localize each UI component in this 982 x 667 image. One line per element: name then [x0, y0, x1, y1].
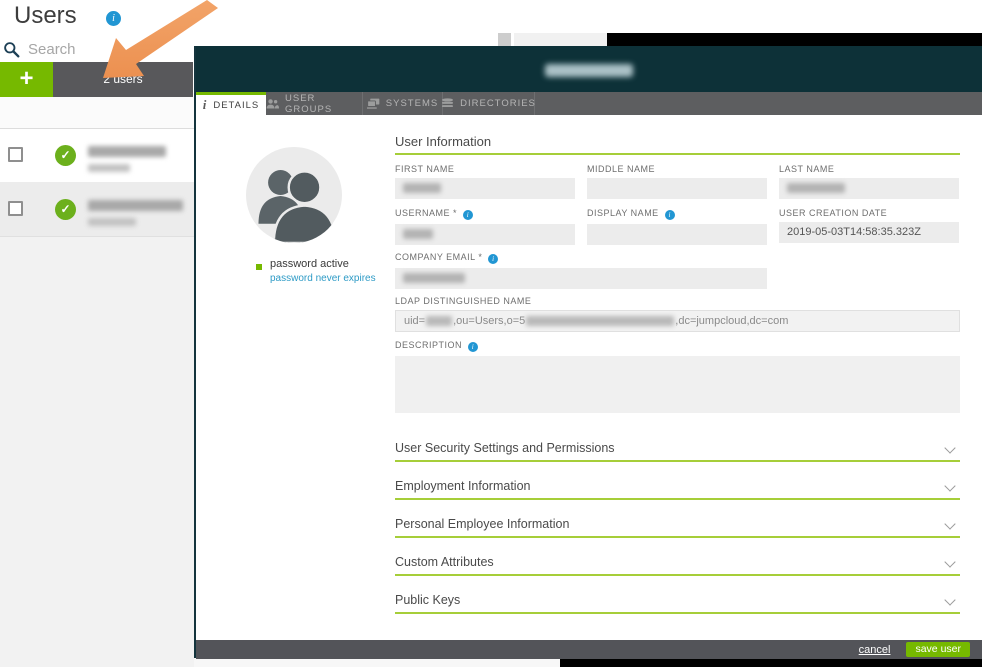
display-name-input[interactable] [587, 224, 767, 245]
page-title: Users [14, 2, 77, 30]
redacted-value [787, 183, 845, 193]
info-icon: i [203, 97, 208, 113]
info-icon[interactable]: i [463, 210, 473, 220]
last-name-input[interactable] [779, 178, 959, 199]
row-checkbox[interactable] [8, 147, 23, 162]
user-groups-icon [266, 98, 279, 110]
field-middle-name: MIDDLE NAME [587, 164, 767, 199]
systems-icon [367, 98, 380, 109]
redacted-user-name [88, 200, 183, 211]
chevron-down-icon [944, 594, 955, 605]
sidebar-background [0, 237, 194, 667]
redacted-panel-title [545, 64, 633, 77]
field-username: USERNAME *i [395, 208, 575, 245]
section-custom-attributes[interactable]: Custom Attributes [395, 550, 960, 576]
middle-name-input[interactable] [587, 178, 767, 199]
redacted-user-sub [88, 164, 130, 172]
field-company-email: COMPANY EMAIL *i [395, 252, 767, 289]
status-active-icon: ✓ [55, 145, 76, 166]
first-name-input[interactable] [395, 178, 575, 199]
cancel-button[interactable]: cancel [859, 644, 891, 656]
section-public-keys[interactable]: Public Keys [395, 588, 960, 614]
background-fragment [498, 33, 511, 46]
tab-systems[interactable]: SYSTEMS [363, 92, 443, 115]
chevron-down-icon [944, 556, 955, 567]
background-fragment [194, 658, 560, 667]
redacted-value [403, 273, 465, 283]
user-row[interactable]: ✓ [0, 129, 194, 183]
password-status-bullet [256, 264, 262, 270]
tab-directories[interactable]: DIRECTORIES [443, 92, 535, 115]
tab-details[interactable]: i DETAILS [196, 92, 266, 115]
info-icon[interactable]: i [488, 254, 498, 264]
redacted-user-sub [88, 218, 136, 226]
tab-bar: i DETAILS USER GROUPS SYSTEMS DIRECTORIE… [196, 92, 982, 115]
field-first-name: FIRST NAME [395, 164, 575, 199]
section-personal-employee-information[interactable]: Personal Employee Information [395, 512, 960, 538]
user-list-header: STATUS NAME▲ [0, 97, 194, 129]
add-user-button[interactable]: + [0, 62, 53, 97]
section-divider [395, 153, 960, 155]
field-user-creation-date: USER CREATION DATE 2019-05-03T14:58:35.3… [779, 208, 959, 243]
user-search-bar [0, 36, 194, 62]
directories-icon [441, 98, 454, 109]
username-input[interactable] [395, 224, 575, 245]
search-input[interactable] [28, 41, 168, 58]
redacted-value [526, 316, 674, 326]
user-avatar [246, 147, 342, 243]
description-textarea[interactable] [395, 356, 960, 413]
background-fragment [514, 33, 608, 46]
chevron-down-icon [944, 518, 955, 529]
user-count-badge: 2 users [53, 62, 193, 97]
field-description: DESCRIPTIONi [395, 340, 960, 413]
company-email-input[interactable] [395, 268, 767, 289]
user-row[interactable]: ✓ [0, 183, 194, 237]
panel-footer: cancel save user [196, 640, 982, 659]
panel-header [196, 46, 982, 92]
search-icon [3, 41, 20, 58]
field-last-name: LAST NAME [779, 164, 959, 199]
status-active-icon: ✓ [55, 199, 76, 220]
info-icon[interactable]: i [468, 342, 478, 352]
password-status-label: password active [270, 258, 349, 270]
redacted-value [426, 316, 452, 326]
tab-user-groups[interactable]: USER GROUPS [266, 92, 363, 115]
redacted-value [403, 229, 433, 239]
background-fragment [560, 658, 982, 667]
section-user-security-settings[interactable]: User Security Settings and Permissions [395, 436, 960, 462]
ldap-dn-value: uid=,ou=Users,o=5,dc=jumpcloud,dc=com [395, 310, 960, 332]
redacted-value [403, 183, 441, 193]
info-icon[interactable]: i [665, 210, 675, 220]
section-title-user-information: User Information [395, 134, 491, 149]
background-fragment [607, 33, 982, 46]
field-display-name: DISPLAY NAMEi [587, 208, 767, 245]
password-expiry-note: password never expires [270, 273, 376, 284]
chevron-down-icon [944, 480, 955, 491]
save-user-button[interactable]: save user [906, 642, 970, 657]
section-employment-information[interactable]: Employment Information [395, 474, 960, 500]
field-ldap-dn: LDAP DISTINGUISHED NAME uid=,ou=Users,o=… [395, 296, 960, 332]
page-info-icon[interactable]: i [96, 11, 121, 30]
redacted-user-name [88, 146, 166, 157]
row-checkbox[interactable] [8, 201, 23, 216]
user-creation-date-value: 2019-05-03T14:58:35.323Z [779, 222, 959, 243]
chevron-down-icon [944, 442, 955, 453]
user-detail-panel: i DETAILS USER GROUPS SYSTEMS DIRECTORIE… [194, 46, 982, 658]
